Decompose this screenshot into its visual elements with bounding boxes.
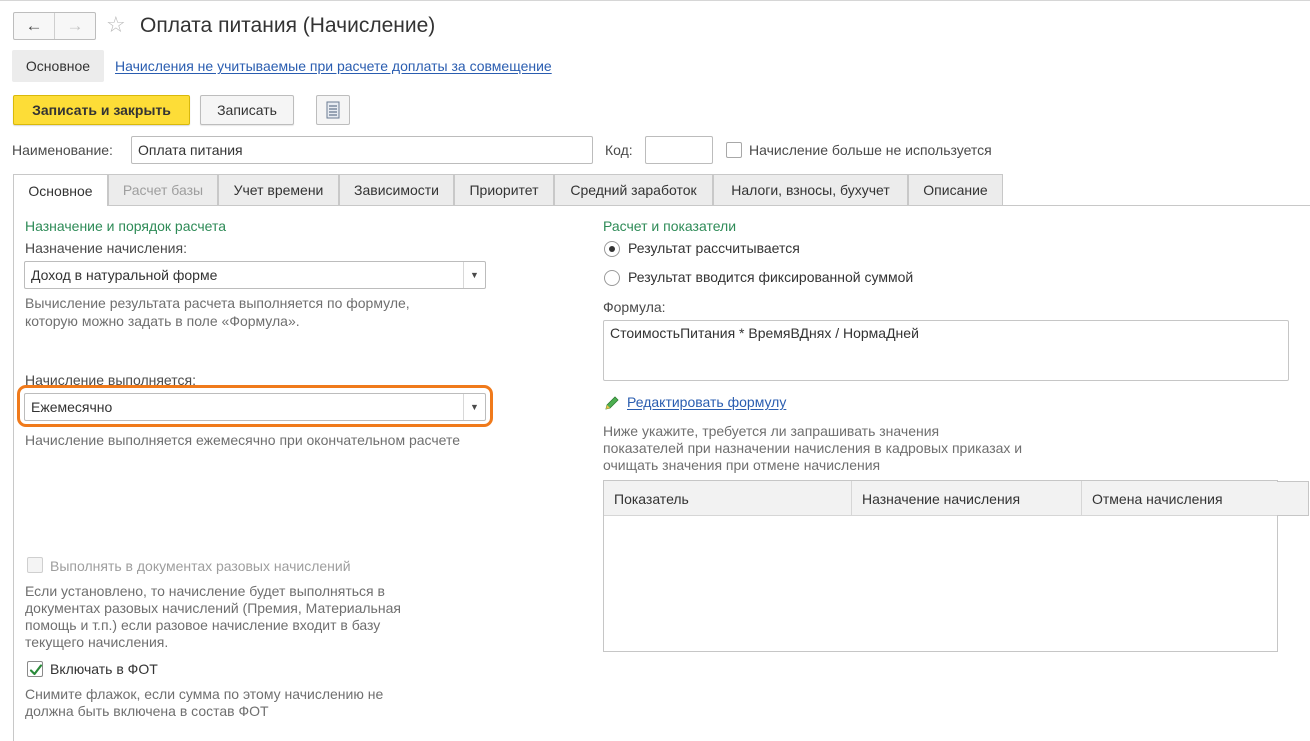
group-title-calculation: Расчет и показатели [603,218,737,234]
tabs-baseline [108,205,1310,206]
document-icon [326,101,340,119]
tab-panel-left-border [13,205,14,741]
fot-checkbox[interactable] [27,661,43,677]
tab-time-tracking[interactable]: Учет времени [218,174,339,205]
column-header-indicator[interactable]: Показатель [604,481,852,516]
tab-dependencies[interactable]: Зависимости [339,174,454,205]
formula-input[interactable]: СтоимостьПитания * ВремяВДнях / НормаДне… [603,320,1289,381]
name-label: Наименование: [12,142,113,158]
report-button[interactable] [316,95,350,125]
purpose-hint-line-2: которую можно задать в поле «Формула». [25,313,300,329]
indicators-hint-line-1: Ниже укажите, требуется ли запрашивать з… [603,423,940,439]
column-header-assignment[interactable]: Назначение начисления [852,481,1082,516]
radio-result-calculated[interactable] [604,241,620,257]
indicators-hint-line-3: очищать значения при отмене начисления [603,457,881,473]
tab-average-earnings[interactable]: Средний заработок [554,174,713,205]
table-header-scroll-area [1277,481,1309,516]
fot-hint-line-1: Снимите флажок, если сумма по этому начи… [25,686,384,702]
purpose-select-value: Доход в натуральной форме [31,267,218,283]
page-title: Оплата питания (Начисление) [140,14,436,37]
tab-main[interactable]: Основное [13,174,108,206]
purpose-hint-line-1: Вычисление результата расчета выполняетс… [25,295,410,311]
save-and-close-button[interactable]: Записать и закрыть [13,95,190,125]
onetime-hint-line-4: текущего начисления. [25,634,169,650]
column-header-cancellation[interactable]: Отмена начисления [1082,481,1279,516]
code-label: Код: [605,142,633,158]
purpose-label: Назначение начисления: [25,240,187,256]
tab-base-calculation[interactable]: Расчет базы [108,174,218,205]
forward-button[interactable]: → [55,13,95,39]
arrow-left-icon: ← [25,16,43,35]
edit-formula-link[interactable]: Редактировать формулу [627,394,786,410]
chevron-down-icon[interactable]: ▼ [463,262,485,288]
radio-result-calculated-label: Результат рассчитывается [628,240,800,256]
period-hint: Начисление выполняется ежемесячно при ок… [25,432,461,448]
unused-checkbox[interactable] [726,142,742,158]
onetime-checkbox[interactable] [27,557,43,573]
pencil-icon [605,396,619,410]
radio-result-fixed-label: Результат вводится фиксированной суммой [628,269,914,285]
fot-checkbox-label: Включать в ФОТ [50,661,158,677]
unused-checkbox-label: Начисление больше не используется [749,142,992,158]
window-top-border [0,0,1310,1]
navigation-buttons: ← → [13,12,96,40]
chevron-down-icon[interactable]: ▼ [463,394,485,420]
onetime-checkbox-label: Выполнять в документах разовых начислени… [50,558,351,574]
period-select-value: Ежемесячно [31,399,113,415]
section-tab-main[interactable]: Основное [12,50,104,82]
formula-label: Формула: [603,299,666,315]
tab-priority[interactable]: Приоритет [454,174,554,205]
fot-hint-line-2: должна быть включена в состав ФОТ [25,703,269,719]
onetime-hint-line-3: помощь и т.п.) если разовое начисление в… [25,617,381,633]
group-title-purpose: Назначение и порядок расчета [25,218,227,234]
name-input[interactable]: Оплата питания [131,136,593,164]
back-button[interactable]: ← [14,13,54,39]
favorite-star-icon[interactable]: ☆ [106,12,126,38]
code-input[interactable] [645,136,713,164]
indicators-hint-line-2: показателей при назначении начисления в … [603,440,1023,456]
radio-result-fixed[interactable] [604,270,620,286]
tab-description[interactable]: Описание [908,174,1003,205]
onetime-hint-line-2: документах разовых начислений (Премия, М… [25,600,401,616]
table-header: Показатель Назначение начисления Отмена … [604,481,1277,516]
tab-taxes[interactable]: Налоги, взносы, бухучет [713,174,908,205]
indicators-table: Показатель Назначение начисления Отмена … [603,480,1309,652]
checkmark-icon [29,664,43,676]
onetime-hint-line-1: Если установлено, то начисление будет вы… [25,583,385,599]
arrow-right-icon: → [66,16,84,35]
purpose-select[interactable]: Доход в натуральной форме ▼ [24,261,486,289]
save-button[interactable]: Записать [200,95,294,125]
section-link-excluded-accruals[interactable]: Начисления не учитываемые при расчете до… [115,58,552,74]
period-select[interactable]: Ежемесячно ▼ [24,393,486,421]
